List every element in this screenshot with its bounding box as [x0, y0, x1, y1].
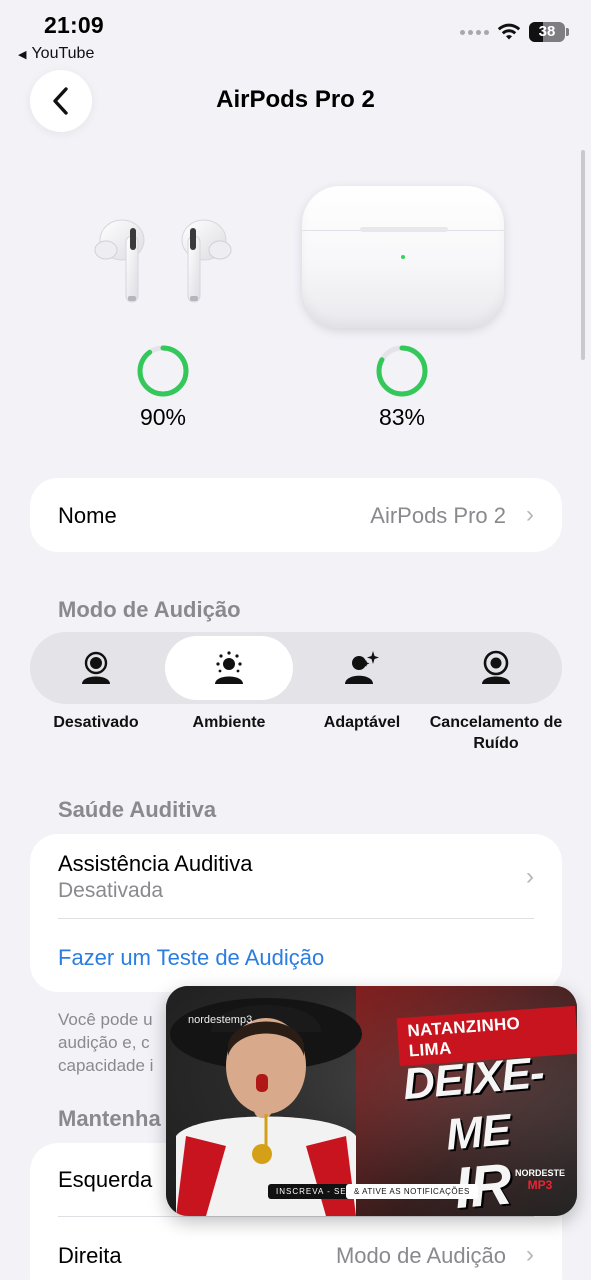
chevron-right-icon: › — [526, 1241, 534, 1268]
battery-level: 38 — [538, 23, 556, 40]
footnote-line: capacidade i — [58, 1056, 154, 1075]
footnote-line: Você pode u — [58, 1010, 153, 1029]
listening-mode-section-title: Modo de Audição — [58, 597, 241, 622]
brand-line: NORDESTE — [514, 1168, 565, 1178]
case-battery-ring — [376, 345, 428, 397]
airpods-earbuds-image — [94, 219, 232, 303]
chevron-right-icon: › — [526, 863, 534, 890]
hearing-assistance-label: Assistência Auditiva — [58, 851, 253, 876]
row-divider — [58, 918, 534, 919]
earbuds-battery-percent: 90% — [139, 404, 187, 430]
hold-left-label: Esquerda — [58, 1167, 153, 1192]
case-status-light — [401, 255, 405, 259]
video-notify-tag: & ATIVE AS NOTIFICAÇÕES — [346, 1184, 478, 1199]
hearing-assistance-value: Desativada — [58, 879, 164, 902]
video-subscribe-tag: INSCREVA - SE — [268, 1184, 355, 1199]
mode-label-adaptive: Adaptável — [323, 714, 401, 731]
hearing-test-link[interactable]: Fazer um Teste de Audição — [58, 945, 324, 971]
charging-case-image — [302, 186, 504, 328]
person-adaptive-icon[interactable] — [344, 650, 380, 686]
video-channel-handle: nordestemp3 — [188, 1014, 253, 1026]
status-time: 21:09 — [44, 12, 104, 38]
name-row[interactable]: Nome AirPods Pro 2 › — [30, 478, 562, 552]
hold-right-row[interactable]: Direita Modo de Audição › — [30, 1217, 562, 1280]
chevron-right-icon: › — [526, 501, 534, 528]
hearing-health-section-title: Saúde Auditiva — [58, 797, 217, 822]
video-brand-logo: NORDESTE MP3 — [515, 1168, 565, 1192]
hold-section-title: Mantenha — [58, 1106, 161, 1131]
hearing-footnote: Você pode u audição e, c capacidade i — [58, 1008, 153, 1077]
person-off-icon[interactable] — [78, 650, 114, 686]
name-label: Nome — [58, 503, 117, 528]
case-battery-percent: 83% — [378, 404, 426, 430]
airpods-settings-screen: 21:09 ◀ YouTube 38 AirPods Pro 2 90% 83%… — [0, 0, 591, 1280]
hearing-health-card: Assistência Auditiva Desativada › Fazer … — [30, 834, 562, 992]
hold-right-value: Modo de Audição — [335, 1243, 506, 1268]
brand-line: MP3 — [527, 1178, 553, 1192]
mode-label-noise-cancel: Cancelamento de Ruído — [429, 714, 563, 752]
hold-right-label: Direita — [58, 1243, 122, 1268]
back-to-app-link[interactable]: ◀ YouTube — [18, 45, 94, 63]
picture-in-picture-video[interactable]: nordestemp3 NATANZINHO LIMA DEIXE-ME IR … — [166, 986, 577, 1216]
back-app-label: YouTube — [31, 45, 95, 62]
name-value: AirPods Pro 2 — [370, 503, 506, 528]
scrollbar[interactable] — [581, 150, 585, 360]
person-noise-cancel-icon[interactable] — [478, 650, 514, 686]
mode-label-ambient: Ambiente — [192, 714, 266, 731]
earbuds-battery-ring — [137, 345, 189, 397]
footnote-line: audição e, c — [58, 1033, 150, 1052]
video-title-line: DEIXE-ME — [401, 1048, 546, 1160]
person-ambient-icon[interactable] — [211, 650, 247, 686]
hearing-assistance-row[interactable]: Assistência Auditiva Desativada › — [30, 834, 562, 920]
signal-dots-icon — [460, 29, 489, 35]
mode-label-off: Desativado — [53, 714, 139, 731]
status-indicators: 38 — [460, 22, 569, 42]
page-title: AirPods Pro 2 — [216, 86, 375, 113]
back-triangle-icon: ◀ — [18, 48, 27, 61]
battery-icon: 38 — [529, 22, 569, 42]
listening-mode-selector — [30, 632, 562, 704]
wifi-icon — [497, 23, 521, 40]
